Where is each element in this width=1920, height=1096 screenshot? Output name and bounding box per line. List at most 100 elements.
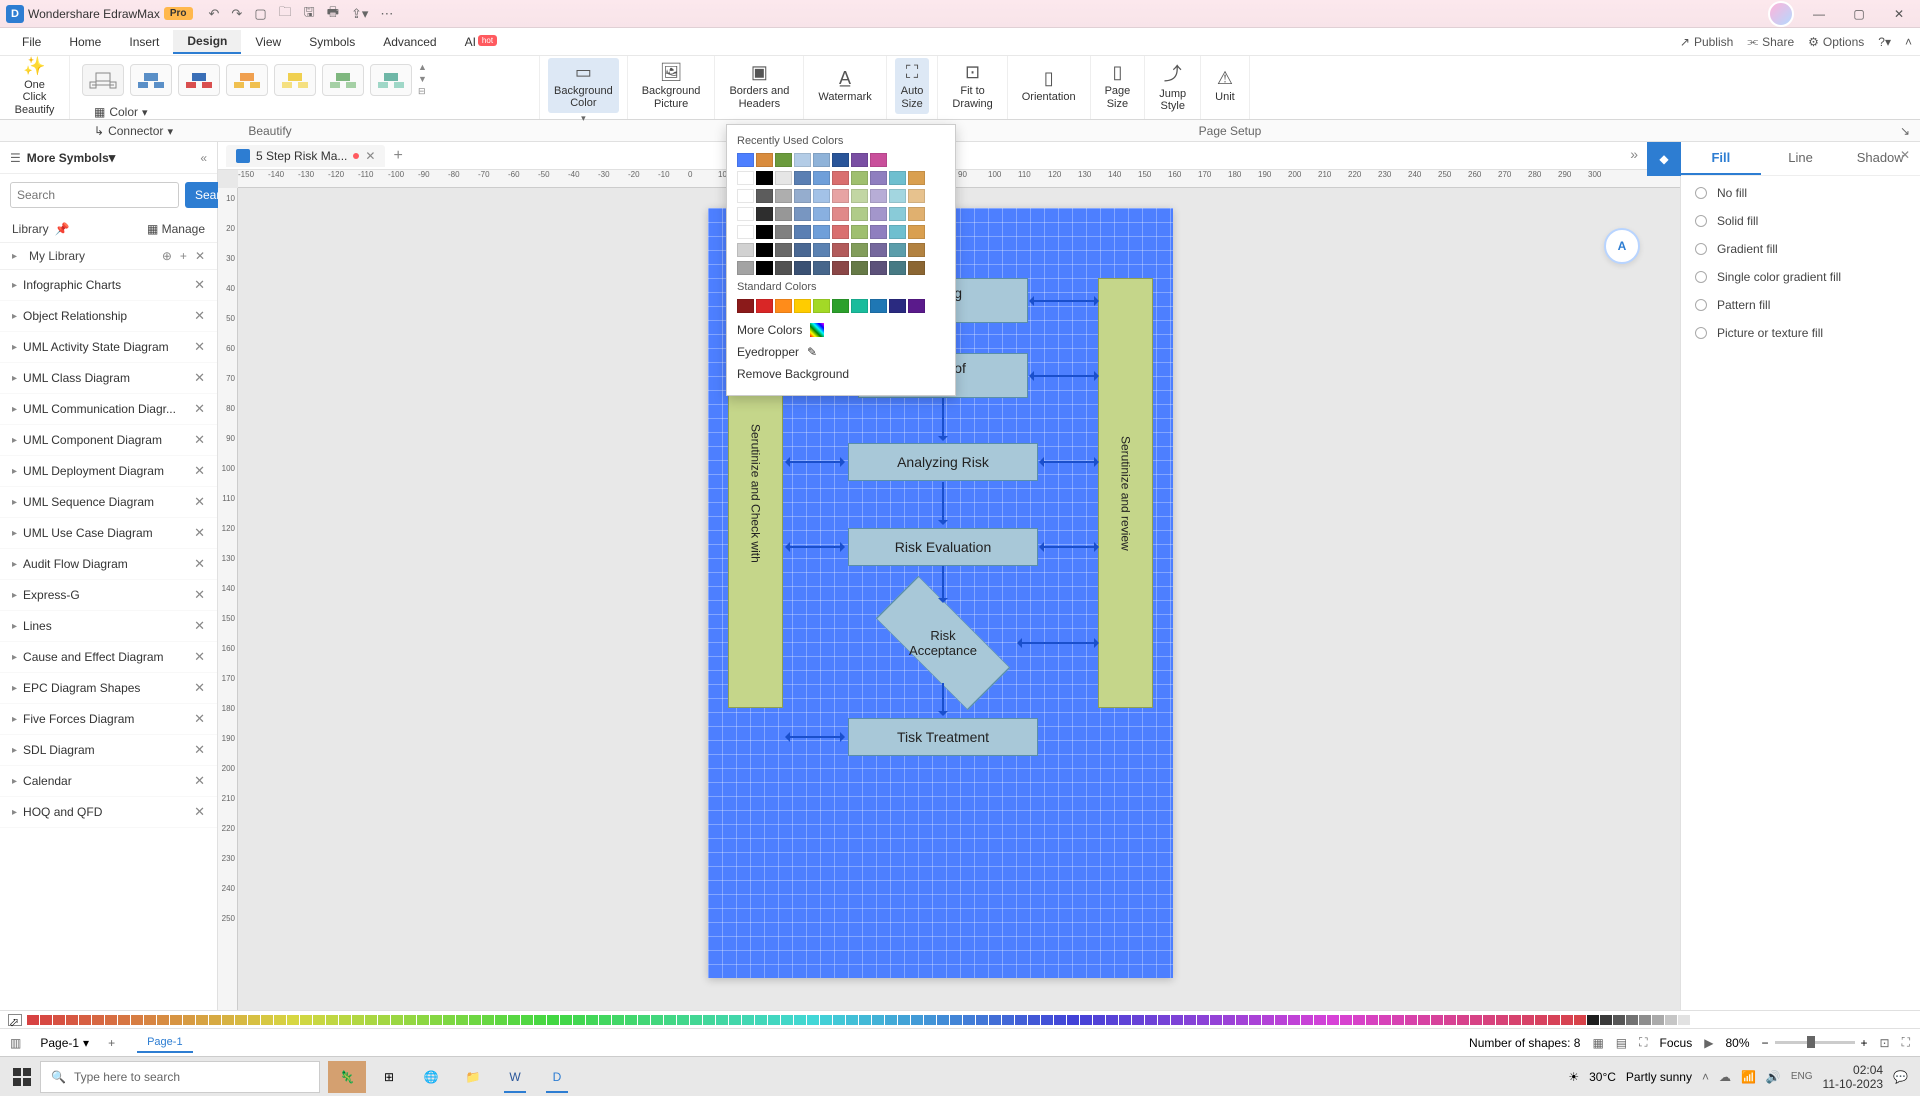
color-swatch[interactable] <box>813 243 830 257</box>
palette-swatch[interactable] <box>118 1015 130 1025</box>
palette-swatch[interactable] <box>963 1015 975 1025</box>
language-icon[interactable]: ENG <box>1791 1071 1813 1082</box>
more-qa-icon[interactable]: ⋯ <box>380 6 393 22</box>
color-swatch[interactable] <box>908 171 925 185</box>
fill-tool-icon[interactable]: ◆ <box>1647 142 1681 176</box>
symbol-search-input[interactable] <box>10 182 179 208</box>
add-library-icon[interactable]: ⊕ <box>162 249 172 263</box>
color-swatch[interactable] <box>889 243 906 257</box>
user-avatar[interactable] <box>1768 1 1794 27</box>
fit-page-icon[interactable]: ⊡ <box>1880 1036 1890 1050</box>
fill-option[interactable]: Solid fill <box>1695 214 1906 228</box>
color-swatch[interactable] <box>756 299 773 313</box>
color-swatch[interactable] <box>737 225 754 239</box>
color-swatch[interactable] <box>794 225 811 239</box>
palette-swatch[interactable] <box>1587 1015 1599 1025</box>
tray-chevron-icon[interactable]: ˄ <box>1702 1070 1709 1084</box>
palette-swatch[interactable] <box>1431 1015 1443 1025</box>
palette-swatch[interactable] <box>1158 1015 1170 1025</box>
palette-swatch[interactable] <box>222 1015 234 1025</box>
minimize-button[interactable]: ― <box>1804 4 1834 24</box>
close-library-icon[interactable]: ✕ <box>195 249 205 263</box>
palette-swatch[interactable] <box>1210 1015 1222 1025</box>
color-swatch[interactable] <box>851 299 868 313</box>
palette-swatch[interactable] <box>846 1015 858 1025</box>
palette-swatch[interactable] <box>144 1015 156 1025</box>
library-item[interactable]: ▸EPC Diagram Shapes✕ <box>0 673 217 704</box>
palette-swatch[interactable] <box>1314 1015 1326 1025</box>
color-swatch[interactable] <box>737 299 754 313</box>
palette-swatch[interactable] <box>430 1015 442 1025</box>
close-library-item-icon[interactable]: ✕ <box>194 680 205 696</box>
orientation-button[interactable]: ▯ Orientation <box>1016 58 1082 114</box>
ruler-toggle-icon[interactable]: ▤ <box>1616 1036 1627 1050</box>
palette-swatch[interactable] <box>1366 1015 1378 1025</box>
palette-swatch[interactable] <box>547 1015 559 1025</box>
color-swatch[interactable] <box>870 299 887 313</box>
share-link[interactable]: ⫘ Share <box>1747 34 1794 49</box>
palette-swatch[interactable] <box>1015 1015 1027 1025</box>
onedrive-icon[interactable]: ☁ <box>1719 1070 1731 1084</box>
expand-panel-icon[interactable]: » <box>1630 146 1638 162</box>
color-swatch[interactable] <box>794 261 811 275</box>
palette-swatch[interactable] <box>1470 1015 1482 1025</box>
color-swatch[interactable] <box>756 189 773 203</box>
flow-decision[interactable]: Risk Acceptance <box>873 603 1013 683</box>
palette-swatch[interactable] <box>1626 1015 1638 1025</box>
notifications-icon[interactable]: 💬 <box>1893 1070 1908 1084</box>
palette-swatch[interactable] <box>1522 1015 1534 1025</box>
fill-option[interactable]: Picture or texture fill <box>1695 326 1906 340</box>
palette-swatch[interactable] <box>1665 1015 1677 1025</box>
more-colors-link[interactable]: More Colors <box>737 319 945 341</box>
palette-swatch[interactable] <box>53 1015 65 1025</box>
word-icon[interactable]: W <box>496 1061 534 1093</box>
hamburger-icon[interactable]: ☰ <box>10 151 21 165</box>
collapse-ribbon-icon[interactable]: ˄ <box>1905 35 1912 49</box>
palette-swatch[interactable] <box>1327 1015 1339 1025</box>
theme-preset-6[interactable] <box>322 64 364 96</box>
zoom-out-icon[interactable]: − <box>1762 1036 1769 1050</box>
theme-preset-4[interactable] <box>226 64 268 96</box>
palette-swatch[interactable] <box>1379 1015 1391 1025</box>
color-swatch[interactable] <box>737 189 754 203</box>
fullscreen-icon[interactable]: ⛶ <box>1639 1035 1647 1050</box>
volume-icon[interactable]: 🔊 <box>1766 1070 1781 1084</box>
palette-swatch[interactable] <box>391 1015 403 1025</box>
palette-swatch[interactable] <box>612 1015 624 1025</box>
palette-swatch[interactable] <box>326 1015 338 1025</box>
palette-swatch[interactable] <box>872 1015 884 1025</box>
color-swatch[interactable] <box>870 189 887 203</box>
library-toggle[interactable]: Library 📌 <box>12 222 147 236</box>
theme-preset-5[interactable] <box>274 64 316 96</box>
color-swatch[interactable] <box>889 261 906 275</box>
background-picture-button[interactable]: 🖼 Background Picture <box>636 58 707 114</box>
color-swatch[interactable] <box>851 225 868 239</box>
taskbar-app-1[interactable]: 🦎 <box>328 1061 366 1093</box>
palette-swatch[interactable] <box>1600 1015 1612 1025</box>
color-swatch[interactable] <box>775 261 792 275</box>
theme-preset-3[interactable] <box>178 64 220 96</box>
color-swatch[interactable] <box>775 299 792 313</box>
palette-swatch[interactable] <box>560 1015 572 1025</box>
color-swatch[interactable] <box>889 225 906 239</box>
close-library-item-icon[interactable]: ✕ <box>194 308 205 324</box>
library-item[interactable]: ▸Lines✕ <box>0 611 217 642</box>
color-swatch[interactable] <box>756 171 773 185</box>
palette-swatch[interactable] <box>183 1015 195 1025</box>
library-item[interactable]: ▸Infographic Charts✕ <box>0 270 217 301</box>
flow-box-4[interactable]: Risk Evaluation <box>848 528 1038 566</box>
color-swatch[interactable] <box>813 261 830 275</box>
color-swatch[interactable] <box>813 225 830 239</box>
palette-swatch[interactable] <box>404 1015 416 1025</box>
palette-swatch[interactable] <box>469 1015 481 1025</box>
close-library-item-icon[interactable]: ✕ <box>194 277 205 293</box>
zoom-in-icon[interactable]: + <box>1861 1036 1868 1050</box>
publish-link[interactable]: ↗ Publish <box>1680 35 1733 49</box>
one-click-beautify-button[interactable]: ✨ One Click Beautify <box>8 58 61 114</box>
unit-button[interactable]: ⚠ Unit <box>1209 58 1241 114</box>
color-dropdown[interactable]: ▦ Color▾ <box>88 103 179 121</box>
palette-swatch[interactable] <box>1535 1015 1547 1025</box>
document-tab[interactable]: 5 Step Risk Ma... ✕ <box>226 145 385 167</box>
palette-swatch[interactable] <box>66 1015 78 1025</box>
color-swatch[interactable] <box>794 207 811 221</box>
